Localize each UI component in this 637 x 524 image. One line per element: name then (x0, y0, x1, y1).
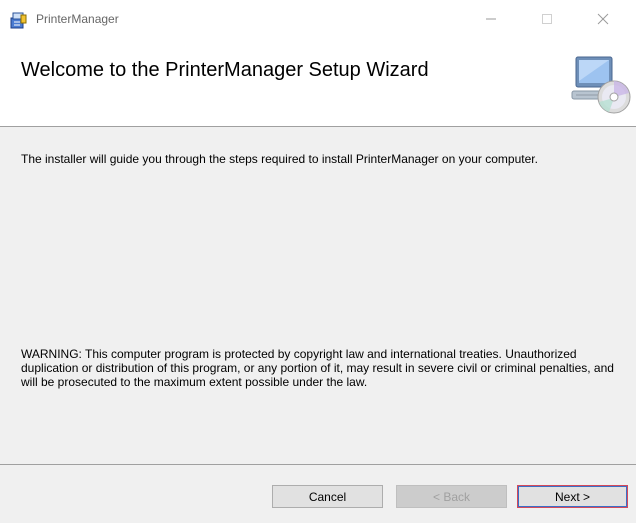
wizard-footer: Cancel < Back Next > (0, 465, 636, 523)
maximize-button[interactable] (524, 0, 570, 40)
minimize-icon (485, 13, 497, 28)
computer-cd-icon (568, 53, 632, 117)
window-title: PrinterManager (36, 12, 119, 26)
back-button[interactable]: < Back (396, 485, 507, 508)
wizard-content: The installer will guide you through the… (0, 127, 636, 464)
title-bar[interactable]: PrinterManager (0, 0, 636, 40)
setup-wizard-window: PrinterManager Welcome to the PrinterMan… (0, 0, 636, 523)
intro-text: The installer will guide you through the… (21, 152, 538, 166)
next-button[interactable]: Next > (517, 485, 628, 508)
page-title: Welcome to the PrinterManager Setup Wiza… (21, 59, 429, 81)
cancel-button[interactable]: Cancel (272, 485, 383, 508)
close-button[interactable] (580, 0, 626, 40)
wizard-header: Welcome to the PrinterManager Setup Wiza… (0, 40, 636, 127)
copyright-warning-text: WARNING: This computer program is protec… (21, 347, 614, 389)
close-icon (597, 13, 609, 28)
maximize-icon (541, 13, 553, 28)
minimize-button[interactable] (468, 0, 514, 40)
installer-icon (8, 10, 28, 30)
